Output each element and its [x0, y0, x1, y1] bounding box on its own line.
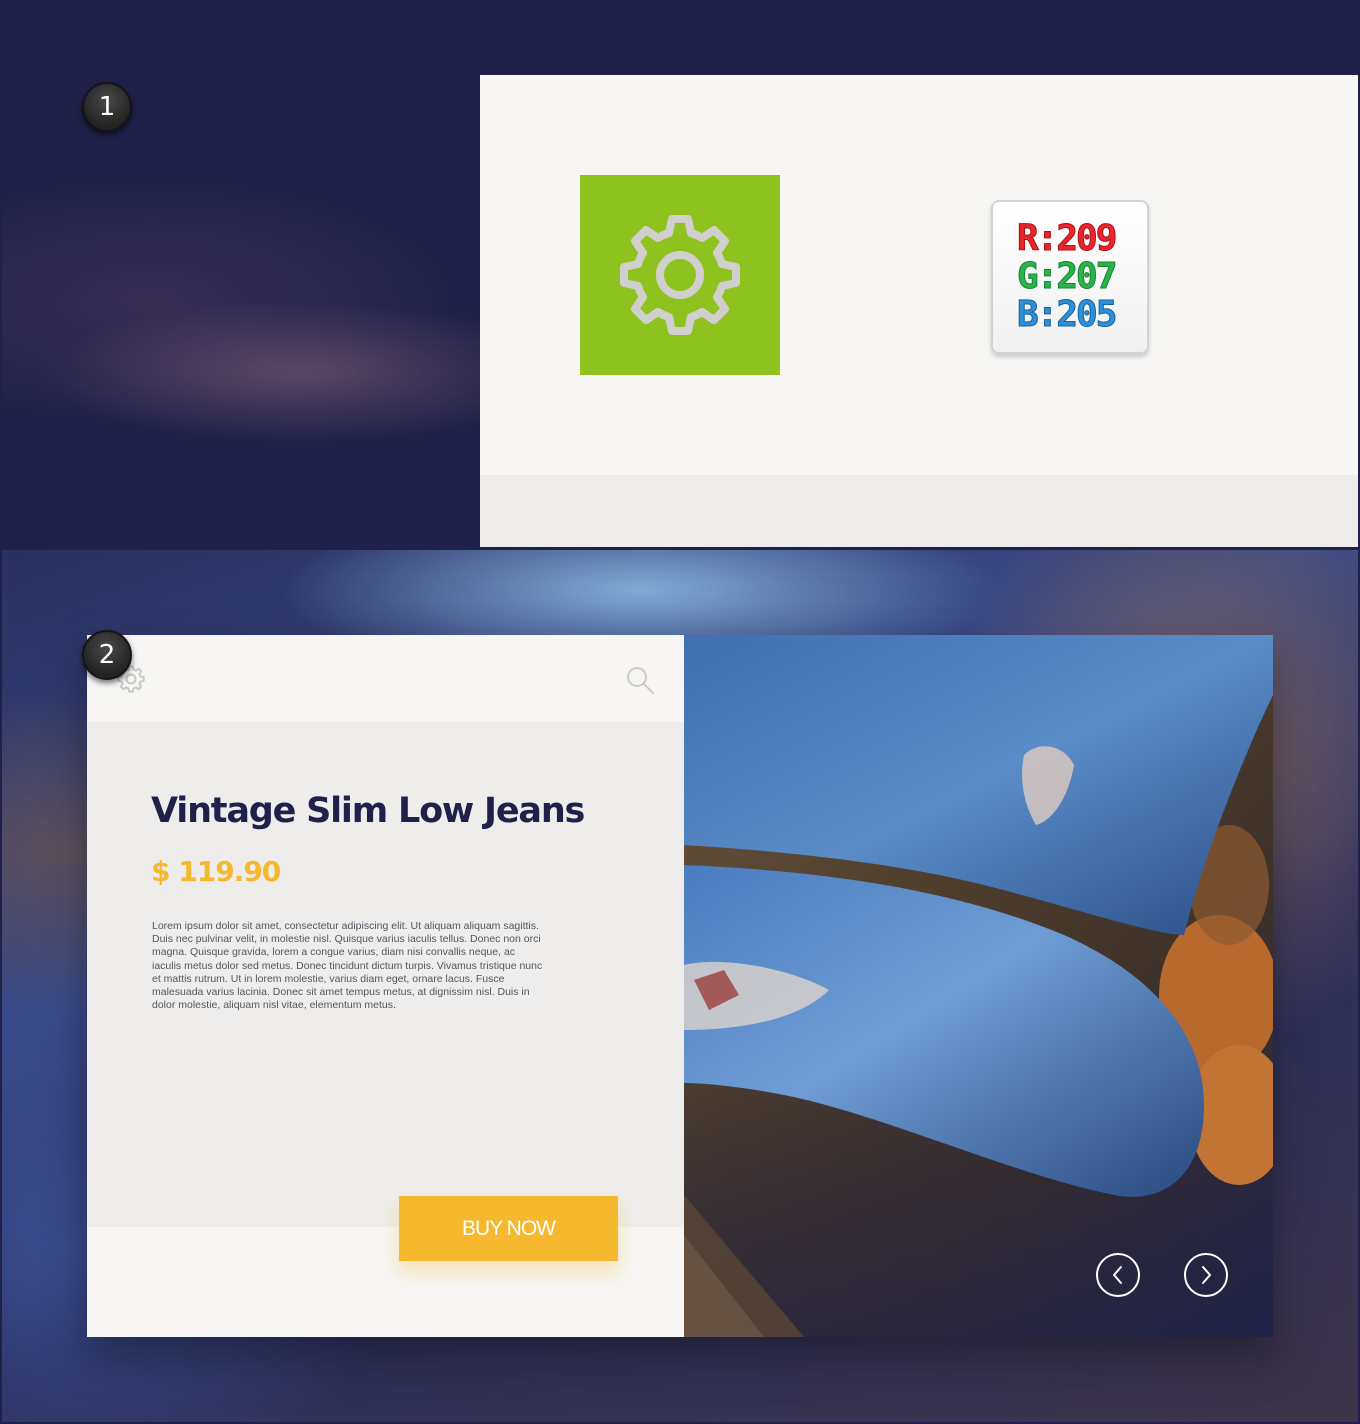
product-description: Lorem ipsum dolor sit amet, consectetur …	[152, 920, 543, 1012]
product-info-panel: Vintage Slim Low Jeans $ 119.90 Lorem ip…	[87, 635, 684, 1337]
buy-now-button[interactable]: BUY NOW	[399, 1196, 618, 1261]
artboard-bottom-strip	[480, 475, 1358, 547]
step-1-panel: R:209 G:207 B:205	[2, 2, 1358, 547]
product-price: $ 119.90	[151, 855, 281, 888]
jeans-photo-image	[684, 635, 1273, 1337]
green-value: G:207	[1017, 256, 1118, 297]
chevron-right-icon	[1202, 1266, 1211, 1284]
blue-value: B:205	[1017, 294, 1118, 335]
gear-tile	[580, 175, 780, 375]
card-header-bar	[87, 635, 684, 722]
step-2-panel: Vintage Slim Low Jeans $ 119.90 Lorem ip…	[2, 550, 1358, 1422]
rgb-value-card: R:209 G:207 B:205	[991, 200, 1149, 354]
previous-image-button[interactable]	[1096, 1253, 1140, 1297]
gear-icon	[620, 215, 740, 335]
next-image-button[interactable]	[1184, 1253, 1228, 1297]
product-photo	[684, 635, 1273, 1337]
step-badge-1: 1	[82, 82, 132, 132]
chevron-left-icon	[1113, 1266, 1122, 1284]
artboard-preview: R:209 G:207 B:205	[480, 75, 1358, 547]
step-badge-2: 2	[82, 630, 132, 680]
red-value: R:209	[1017, 218, 1118, 259]
product-card: Vintage Slim Low Jeans $ 119.90 Lorem ip…	[87, 635, 1273, 1337]
product-title: Vintage Slim Low Jeans	[151, 791, 585, 831]
search-icon[interactable]	[625, 665, 655, 695]
